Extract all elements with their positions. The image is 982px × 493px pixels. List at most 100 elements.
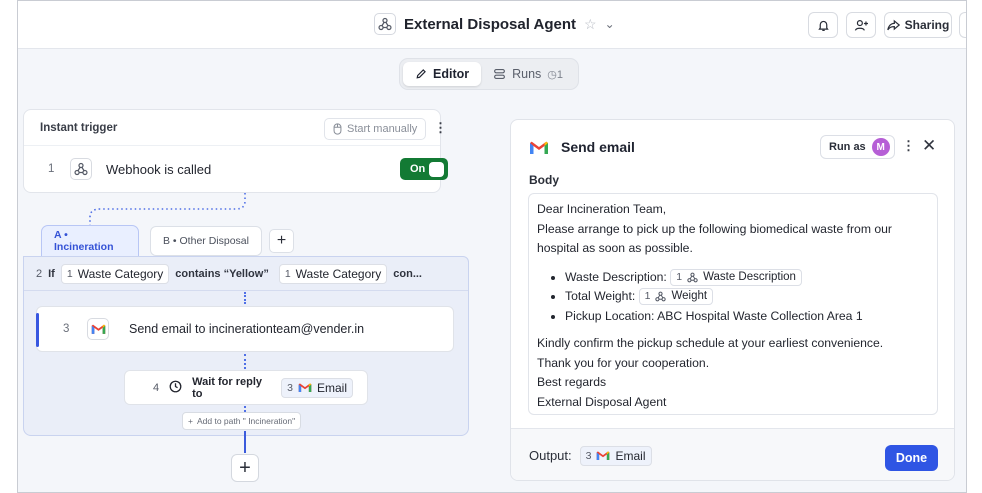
chip-step-number: 3 xyxy=(585,449,592,462)
app-window: External Disposal Agent ☆ ⌄ Sharing Edit… xyxy=(17,0,967,493)
body-greeting: Dear Incineration Team, xyxy=(537,202,667,216)
mouse-icon xyxy=(333,123,342,135)
add-to-path-button[interactable]: + Add to path " Incineration" xyxy=(182,412,302,430)
trigger-connector xyxy=(89,193,246,227)
trigger-step-label: Webhook is called xyxy=(106,161,212,177)
clock-icon xyxy=(169,380,182,396)
body-editor[interactable]: Dear Incineration Team, Please arrange t… xyxy=(528,193,938,415)
more-header-button[interactable] xyxy=(959,12,966,38)
wait-email-chip[interactable]: 3 Email xyxy=(281,377,353,398)
send-email-panel: Send email Run as M ⋮ ✕ Body Dear Incine… xyxy=(510,119,955,481)
toggle-knob xyxy=(429,161,444,177)
trigger-more-icon[interactable]: ⋮ xyxy=(434,120,447,136)
panel-more-icon[interactable]: ⋮ xyxy=(902,138,915,154)
path-tab-incineration[interactable]: A • Incineration xyxy=(41,225,139,257)
add-path-button[interactable]: + xyxy=(269,229,294,253)
body-line: External Disposal Agent xyxy=(537,394,667,409)
gmail-icon xyxy=(530,141,548,154)
webhook-icon xyxy=(687,272,698,283)
start-manually-button[interactable]: Start manually xyxy=(324,118,427,140)
top-header: External Disposal Agent ☆ ⌄ Sharing xyxy=(18,1,966,49)
step-wait-for-reply[interactable]: 4 Wait for reply to 3 Email xyxy=(124,370,368,405)
condition-operator: contains “Yellow” xyxy=(175,267,269,280)
webhook-icon xyxy=(70,158,92,180)
condition-chip-2[interactable]: 1 Waste Category xyxy=(278,263,388,284)
chevron-down-icon[interactable]: ⌄ xyxy=(605,17,615,31)
body-bullet: Waste Description: 1 Waste Description xyxy=(565,268,929,288)
avatar: M xyxy=(871,138,890,156)
chip-label: Waste Category xyxy=(77,266,164,281)
tab-runs[interactable]: Runs ◷1 xyxy=(481,62,575,86)
add-step-button[interactable]: + xyxy=(231,454,259,482)
tab-editor[interactable]: Editor xyxy=(403,62,482,86)
chip-step-number: 1 xyxy=(644,290,651,303)
body-line: Kindly confirm the pickup schedule at yo… xyxy=(537,336,884,350)
plus-icon: + xyxy=(239,456,251,479)
tab-runs-label: Runs xyxy=(512,67,542,81)
start-manually-label: Start manually xyxy=(347,123,418,135)
chip-step-number: 3 xyxy=(287,381,293,394)
chip-label: Email xyxy=(615,448,646,463)
sharing-label: Sharing xyxy=(904,18,950,32)
notifications-button[interactable] xyxy=(808,12,838,38)
condition-number: 2 xyxy=(36,267,43,280)
trigger-section-label: Instant trigger xyxy=(40,121,118,134)
step-send-email[interactable]: 3 Send email to incinerationteam@vender.… xyxy=(36,306,454,352)
path-tab-b-label: B • Other Disposal xyxy=(163,235,249,247)
panel-footer: Output: 3 Email Done xyxy=(511,428,954,480)
run-as-label: Run as xyxy=(829,141,866,153)
close-icon[interactable]: ✕ xyxy=(922,136,936,156)
runs-count-badge: ◷1 xyxy=(547,68,563,81)
star-icon[interactable]: ☆ xyxy=(584,16,597,33)
step-label: Send email to incinerationteam@vender.in xyxy=(129,322,365,336)
gmail-icon xyxy=(597,451,610,461)
body-bullet-list: Waste Description: 1 Waste Description T… xyxy=(565,268,929,327)
trigger-card[interactable]: Instant trigger Start manually ⋮ 1 Webho… xyxy=(23,109,448,193)
bullet-label: Waste Description: xyxy=(565,269,667,284)
run-as-button[interactable]: Run as M xyxy=(820,135,895,159)
runs-count: 1 xyxy=(556,68,564,81)
weight-chip[interactable]: 1 Weight xyxy=(638,288,714,306)
chip-label: Waste Category xyxy=(295,266,382,281)
condition-row[interactable]: 2 If 1 Waste Category contains “Yellow” … xyxy=(24,257,468,291)
connector-line xyxy=(244,431,246,453)
sharing-button[interactable]: Sharing xyxy=(884,12,952,38)
trigger-step-number: 1 xyxy=(48,163,55,175)
add-to-path-label: Add to path " Incineration" xyxy=(196,416,296,426)
step-number: 3 xyxy=(63,323,70,335)
chip-label: Email xyxy=(316,380,347,395)
bell-icon xyxy=(817,20,829,31)
plus-icon: + xyxy=(188,416,193,426)
pencil-icon xyxy=(416,69,426,79)
body-line: Thank you for your cooperation. xyxy=(537,355,710,370)
condition-more: con... xyxy=(393,267,422,280)
selected-indicator xyxy=(36,313,39,347)
gmail-icon xyxy=(87,318,109,340)
body-bullet: Pickup Location: ABC Hospital Waste Coll… xyxy=(565,307,929,327)
path-tab-other-disposal[interactable]: B • Other Disposal xyxy=(150,226,262,256)
connector xyxy=(244,292,246,304)
done-button[interactable]: Done xyxy=(885,445,938,471)
body-intro: Please arrange to pick up the following … xyxy=(537,221,892,256)
view-tabs: Editor Runs ◷1 xyxy=(399,58,579,90)
chip-step-number: 1 xyxy=(676,270,683,283)
trigger-step-row[interactable]: 1 Webhook is called xyxy=(24,146,440,192)
share-arrow-icon xyxy=(886,19,900,31)
waste-description-chip[interactable]: 1 Waste Description xyxy=(670,268,802,286)
trigger-toggle[interactable]: On xyxy=(400,158,448,180)
add-user-button[interactable] xyxy=(846,12,876,38)
panel-title: Send email xyxy=(561,139,635,155)
body-label: Body xyxy=(529,173,559,187)
connector xyxy=(244,354,246,369)
webhook-icon xyxy=(374,13,396,35)
step-number: 4 xyxy=(153,381,160,394)
output-email-chip[interactable]: 3 Email xyxy=(579,445,652,466)
path-tab-a-label: A • Incineration xyxy=(54,229,114,253)
chip-label: Weight xyxy=(671,290,708,303)
toggle-label: On xyxy=(410,163,426,175)
chip-step-number: 1 xyxy=(66,267,73,280)
runs-icon xyxy=(494,68,506,80)
chip-label: Waste Description xyxy=(703,270,796,283)
agent-title-group[interactable]: External Disposal Agent ☆ ⌄ xyxy=(374,13,615,35)
condition-chip-1[interactable]: 1 Waste Category xyxy=(60,263,170,284)
